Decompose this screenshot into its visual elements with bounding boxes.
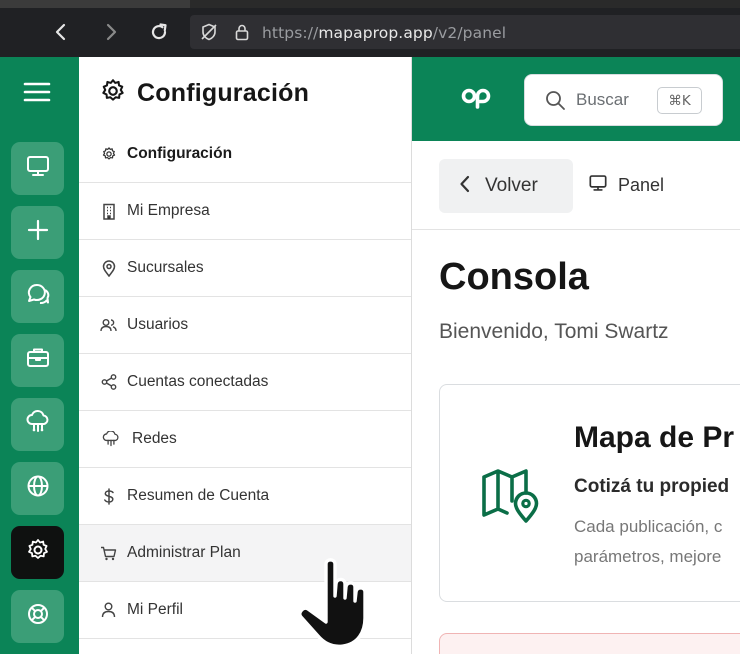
browser-toolbar: https://mapaprop.app/v2/panel: [0, 8, 740, 57]
map-pin-map-icon: [481, 468, 539, 529]
url-scheme: https://: [262, 24, 319, 42]
globe-icon: [25, 473, 51, 504]
settings-item-usuarios[interactable]: Usuarios: [79, 297, 411, 354]
back-button[interactable]: Volver: [439, 159, 573, 213]
settings-item-label: Administrar Plan: [127, 544, 241, 561]
cloud-network-icon: [100, 431, 122, 448]
gear-icon: [99, 77, 127, 110]
user-icon: [100, 602, 117, 619]
chat-icon: [25, 281, 51, 312]
icon-rail: [0, 57, 79, 654]
monitor-icon: [25, 153, 51, 184]
search-placeholder: Buscar: [576, 90, 629, 109]
share-icon: [100, 374, 117, 391]
rail-settings-button[interactable]: [11, 526, 64, 579]
hamburger-icon[interactable]: [22, 80, 52, 104]
cart-icon: [100, 545, 117, 562]
settings-header: Configuración: [99, 77, 309, 110]
sub-navigation: Volver Panel: [412, 141, 740, 230]
lifebuoy-icon: [25, 601, 51, 632]
browser-tab-strip: [0, 0, 740, 8]
map-pin-icon: [100, 259, 117, 277]
building-icon: [100, 203, 117, 220]
page-title: Consola: [439, 256, 589, 298]
card-subtitle: Cotizá tu propied: [574, 476, 730, 497]
settings-title: Configuración: [137, 79, 310, 107]
alert-card: [439, 633, 740, 654]
monitor-icon: [588, 173, 608, 198]
url-host: mapaprop.app: [318, 24, 433, 42]
url-path: /v2/panel: [432, 24, 507, 42]
mapa-card[interactable]: Mapa de Pr Cotizá tu propied Cada public…: [439, 384, 740, 602]
rail-panel-button[interactable]: [11, 142, 64, 195]
settings-item-mi-empresa[interactable]: Mi Empresa: [79, 183, 411, 240]
rail-add-button[interactable]: [11, 206, 64, 259]
tab-edge: [190, 0, 740, 8]
settings-item-resumen-de-cuenta[interactable]: Resumen de Cuenta: [79, 468, 411, 525]
search-icon: [545, 90, 566, 116]
rail-support-button[interactable]: [11, 590, 64, 643]
settings-item-label: Cuentas conectadas: [127, 373, 269, 390]
url-text[interactable]: https://mapaprop.app/v2/panel: [262, 24, 506, 42]
gear-icon: [25, 537, 51, 568]
card-text-line: parámetros, mejore: [574, 547, 722, 566]
welcome-text: Bienvenido, Tomi Swartz: [439, 320, 669, 343]
back-button-label: Volver: [485, 175, 538, 196]
settings-item-label: Configuración: [127, 145, 233, 162]
briefcase-icon: [25, 345, 51, 376]
settings-item-redes[interactable]: Redes: [79, 411, 411, 468]
settings-item-label: Sucursales: [127, 259, 204, 276]
settings-item-cuentas-conectadas[interactable]: Cuentas conectadas: [79, 354, 411, 411]
rail-messages-button[interactable]: [11, 270, 64, 323]
settings-item-label: Mi Empresa: [127, 202, 210, 219]
rail-business-button[interactable]: [11, 334, 64, 387]
settings-item-label: Redes: [132, 430, 177, 447]
settings-item-label: Usuarios: [127, 316, 189, 333]
card-description: Cada publicación, c parámetros, mejore: [574, 512, 740, 572]
settings-item-configuracion[interactable]: Configuración: [79, 126, 411, 183]
reload-icon[interactable]: [145, 18, 173, 46]
settings-item-label: Resumen de Cuenta: [127, 487, 270, 504]
users-icon: [100, 317, 117, 334]
main-header: Buscar ⌘K: [412, 57, 740, 141]
plus-icon: [25, 217, 51, 248]
mapaprop-logo[interactable]: [460, 85, 492, 114]
chevron-left-icon: [459, 175, 471, 198]
back-icon[interactable]: [47, 18, 75, 46]
rail-web-button[interactable]: [11, 462, 64, 515]
gear-icon: [100, 146, 117, 163]
panel-link[interactable]: Panel: [588, 173, 664, 198]
panel-link-label: Panel: [618, 175, 665, 195]
search-shortcut: ⌘K: [657, 87, 702, 114]
settings-item-label: Mi Perfil: [127, 601, 183, 618]
dollar-icon: [100, 487, 117, 505]
cloud-network-icon: [25, 409, 51, 440]
search-box[interactable]: Buscar ⌘K: [524, 74, 723, 126]
lock-icon[interactable]: [234, 23, 250, 46]
settings-item-sucursales[interactable]: Sucursales: [79, 240, 411, 297]
shield-off-icon[interactable]: [200, 23, 218, 46]
card-title: Mapa de Pr: [574, 421, 735, 454]
rail-networks-button[interactable]: [11, 398, 64, 451]
card-text-line: Cada publicación, c: [574, 517, 723, 536]
url-bar[interactable]: https://mapaprop.app/v2/panel: [190, 15, 740, 49]
forward-icon[interactable]: [97, 18, 125, 46]
hand-cursor-icon: [296, 556, 392, 654]
